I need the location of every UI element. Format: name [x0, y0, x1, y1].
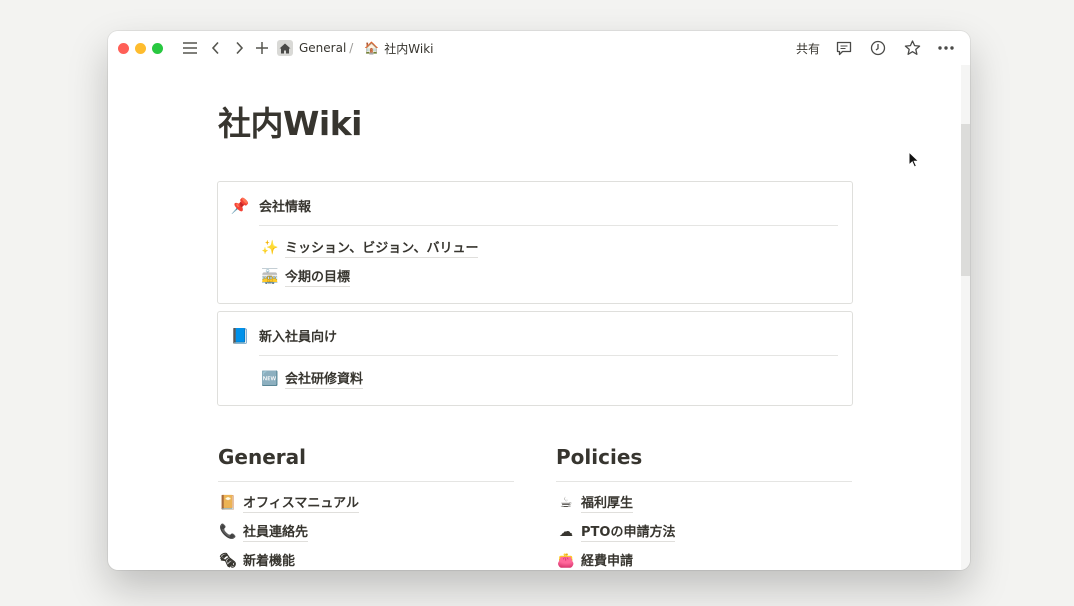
divider — [259, 225, 838, 226]
list-item-label[interactable]: 社員連絡先 — [243, 521, 309, 542]
sparkles-icon: ✨ — [261, 239, 279, 256]
callout-company-info: 📌 会社情報 ✨ ミッション、ビジョン、バリュー 🚋 今期の目標 — [217, 181, 853, 304]
callout-heading-label: 新入社員向け — [259, 330, 338, 345]
cloud-icon: ☁ — [559, 523, 573, 540]
star-icon — [904, 40, 920, 55]
zoom-window-button[interactable] — [152, 42, 163, 54]
chevron-right-icon — [236, 41, 244, 55]
more-horizontal-icon — [938, 46, 954, 50]
page-link-label[interactable]: 会社研修資料 — [285, 368, 364, 389]
tram-icon: 🚋 — [261, 268, 279, 285]
page-link-label[interactable]: ミッション、ビジョン、バリュー — [285, 237, 479, 258]
list-item-label[interactable]: PTOの申請方法 — [581, 521, 676, 542]
breadcrumb: General / 🏠 社内Wiki — [277, 40, 434, 57]
page-link[interactable]: 🚋 今期の目標 — [260, 266, 351, 287]
updates-button[interactable] — [868, 38, 888, 58]
home-icon — [279, 43, 291, 53]
page-content: 社内Wiki 📌 会社情報 ✨ ミッション、ビジョン、バリュー 🚋 今期の目標 … — [217, 65, 857, 569]
close-window-button[interactable] — [118, 42, 129, 54]
top-bar-actions: 共有 — [796, 38, 956, 58]
new-badge-icon: 🆕 — [261, 370, 279, 387]
breadcrumb-general[interactable]: General — [299, 41, 346, 55]
divider — [556, 481, 852, 482]
list-item-label[interactable]: 福利厚生 — [581, 492, 634, 513]
page-link[interactable]: ✨ ミッション、ビジョン、バリュー — [260, 237, 479, 258]
page-link-label[interactable]: 今期の目標 — [285, 266, 351, 287]
list-item[interactable]: 📔 オフィスマニュアル — [218, 492, 359, 513]
page-title[interactable]: 社内Wiki — [218, 99, 857, 149]
pin-icon: 📘 — [230, 326, 250, 345]
callout-heading: 📌 会社情報 — [230, 196, 312, 216]
new-page-button[interactable] — [252, 38, 272, 58]
forward-button[interactable] — [229, 38, 249, 58]
list-item-label[interactable]: 新着機能 — [243, 550, 295, 570]
breadcrumb-home[interactable] — [277, 40, 293, 56]
scrollbar-thumb[interactable] — [961, 124, 970, 276]
favorite-button[interactable] — [902, 38, 922, 58]
clock-icon — [870, 40, 886, 56]
menu-icon — [183, 42, 197, 54]
callout-heading: 📘 新入社員向け — [230, 326, 338, 346]
share-button[interactable]: 共有 — [796, 40, 820, 57]
comment-icon — [836, 41, 852, 55]
coffee-icon: ☕ — [559, 494, 573, 511]
chevron-left-icon — [211, 41, 219, 55]
window-controls — [118, 42, 163, 54]
more-options-button[interactable] — [936, 38, 956, 58]
divider — [218, 481, 514, 482]
list-item[interactable]: 🗞 新着機能 — [218, 550, 295, 570]
notebook-icon: 📔 — [219, 494, 237, 511]
plus-icon — [256, 42, 268, 54]
callout-heading-label: 会社情報 — [259, 200, 312, 215]
breadcrumb-current-page[interactable]: 社内Wiki — [384, 40, 433, 57]
purse-icon: 👛 — [557, 552, 575, 569]
comments-button[interactable] — [834, 38, 854, 58]
app-window: General / 🏠 社内Wiki 共有 社内Wiki 📌 会社情報 ✨ ミッ… — [108, 31, 970, 570]
callout-new-employees: 📘 新入社員向け 🆕 会社研修資料 — [217, 311, 853, 406]
newspaper-icon: 🗞 — [219, 552, 237, 569]
list-item[interactable]: ☕ 福利厚生 — [556, 492, 634, 513]
sidebar-toggle-button[interactable] — [180, 38, 200, 58]
list-item[interactable]: 👛 経費申請 — [556, 550, 633, 570]
divider — [259, 355, 838, 356]
list-item-label[interactable]: 経費申請 — [581, 550, 633, 570]
pushpin-icon: 📌 — [230, 196, 250, 215]
section-title-policies[interactable]: Policies — [556, 445, 642, 469]
list-item-label[interactable]: オフィスマニュアル — [243, 492, 359, 513]
breadcrumb-separator: / — [349, 41, 354, 55]
list-item[interactable]: 📞 社員連絡先 — [218, 521, 309, 542]
house-emoji-icon: 🏠 — [364, 41, 380, 55]
minimize-window-button[interactable] — [135, 42, 146, 54]
telephone-icon: 📞 — [219, 523, 237, 540]
section-title-general[interactable]: General — [218, 445, 306, 469]
page-link[interactable]: 🆕 会社研修資料 — [260, 368, 364, 389]
back-button[interactable] — [206, 38, 226, 58]
top-bar: General / 🏠 社内Wiki 共有 — [108, 31, 970, 65]
list-item[interactable]: ☁ PTOの申請方法 — [556, 521, 676, 542]
mouse-cursor-icon — [908, 151, 920, 168]
